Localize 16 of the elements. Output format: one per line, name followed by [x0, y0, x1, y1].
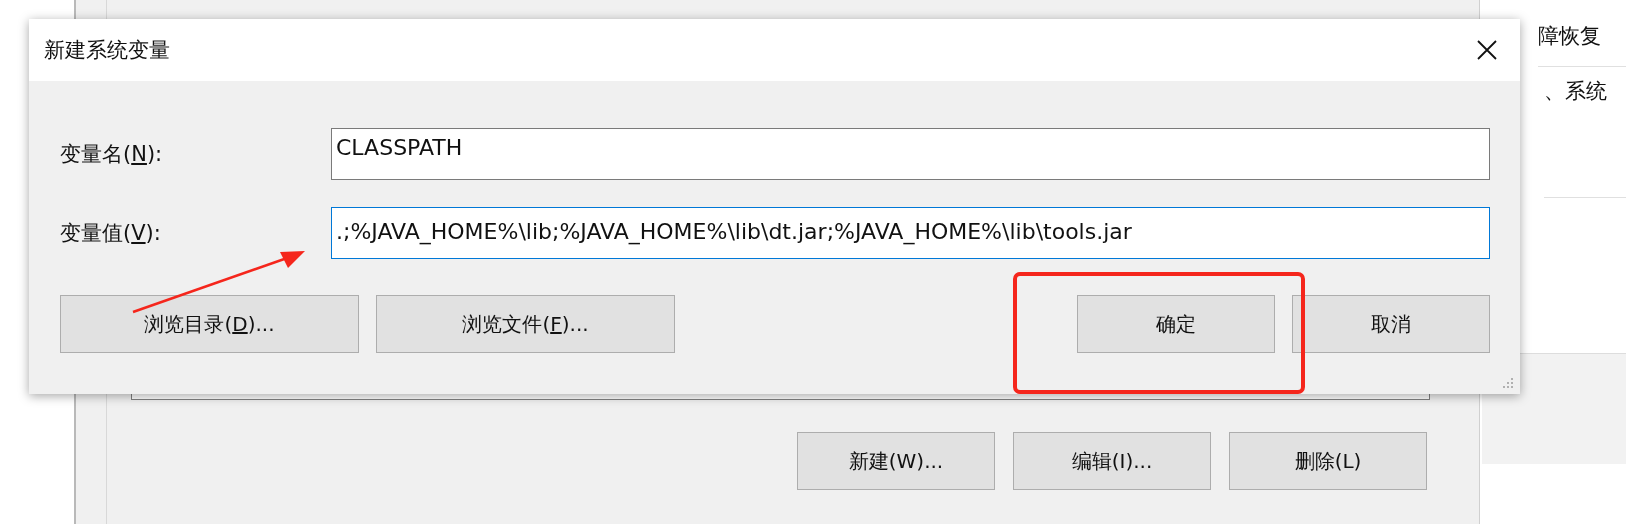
resize-grip-icon	[1502, 377, 1514, 389]
dialog-title: 新建系统变量	[44, 37, 170, 64]
description-text: 、系统	[1544, 77, 1626, 198]
action-button[interactable]: 删除(L)	[1229, 432, 1427, 490]
action-button[interactable]: 编辑(I)...	[1013, 432, 1211, 490]
field-label: 变量名(N):	[60, 141, 164, 168]
close-icon	[1476, 39, 1498, 61]
field-label: 变量值(V):	[60, 220, 162, 247]
description-text: 障恢复	[1538, 22, 1626, 67]
cancel-button[interactable]: 取消	[1292, 295, 1490, 353]
ok-button[interactable]: 确定	[1077, 295, 1275, 353]
browse-button[interactable]: 浏览文件(F)...	[376, 295, 675, 353]
action-button[interactable]: 新建(W)...	[797, 432, 995, 490]
input-field[interactable]: .;%JAVA_HOME%\lib;%JAVA_HOME%\lib\dt.jar;%JAVA_HOME%\lib\tools.jar	[331, 207, 1490, 259]
browse-button[interactable]: 浏览目录(D)...	[60, 295, 359, 353]
input-field[interactable]: CLASSPATH	[331, 128, 1490, 180]
